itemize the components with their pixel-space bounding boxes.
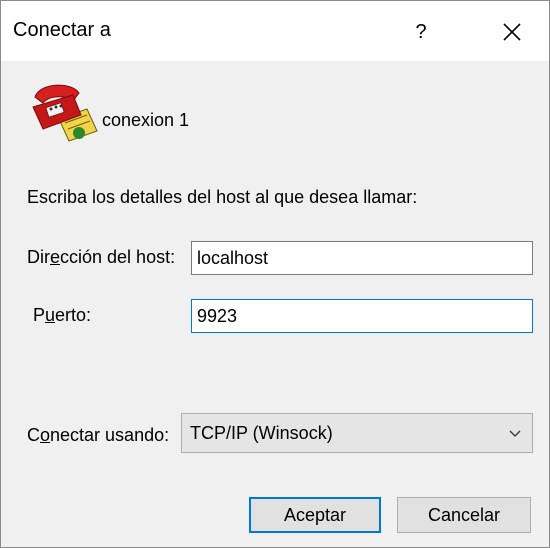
connect-using-label: Conectar usando: [27, 425, 170, 445]
chevron-down-icon [509, 430, 521, 437]
connect-dialog: Conectar a ? conexion 1 Escriba los deta… [0, 0, 550, 548]
instructions-text: Escriba los detalles del host al que des… [27, 187, 418, 207]
close-icon [503, 23, 521, 41]
connect-using-select[interactable]: TCP/IP (Winsock) [181, 413, 533, 453]
port-label: Puerto: [33, 305, 92, 325]
window-title: Conectar a [13, 19, 111, 41]
telephone-icon [32, 84, 98, 142]
host-label: Dirección del host: [27, 247, 176, 267]
help-button[interactable]: ? [398, 11, 444, 53]
connection-name: conexion 1 [102, 110, 190, 130]
title-bar[interactable]: Conectar a ? [1, 1, 549, 61]
cancel-button[interactable]: Cancelar [397, 497, 531, 533]
connect-using-value: TCP/IP (Winsock) [190, 423, 333, 443]
ok-button[interactable]: Aceptar [249, 497, 381, 533]
host-input[interactable]: localhost [191, 241, 533, 275]
port-input[interactable]: 9923 [191, 299, 533, 333]
close-button[interactable] [487, 11, 537, 53]
